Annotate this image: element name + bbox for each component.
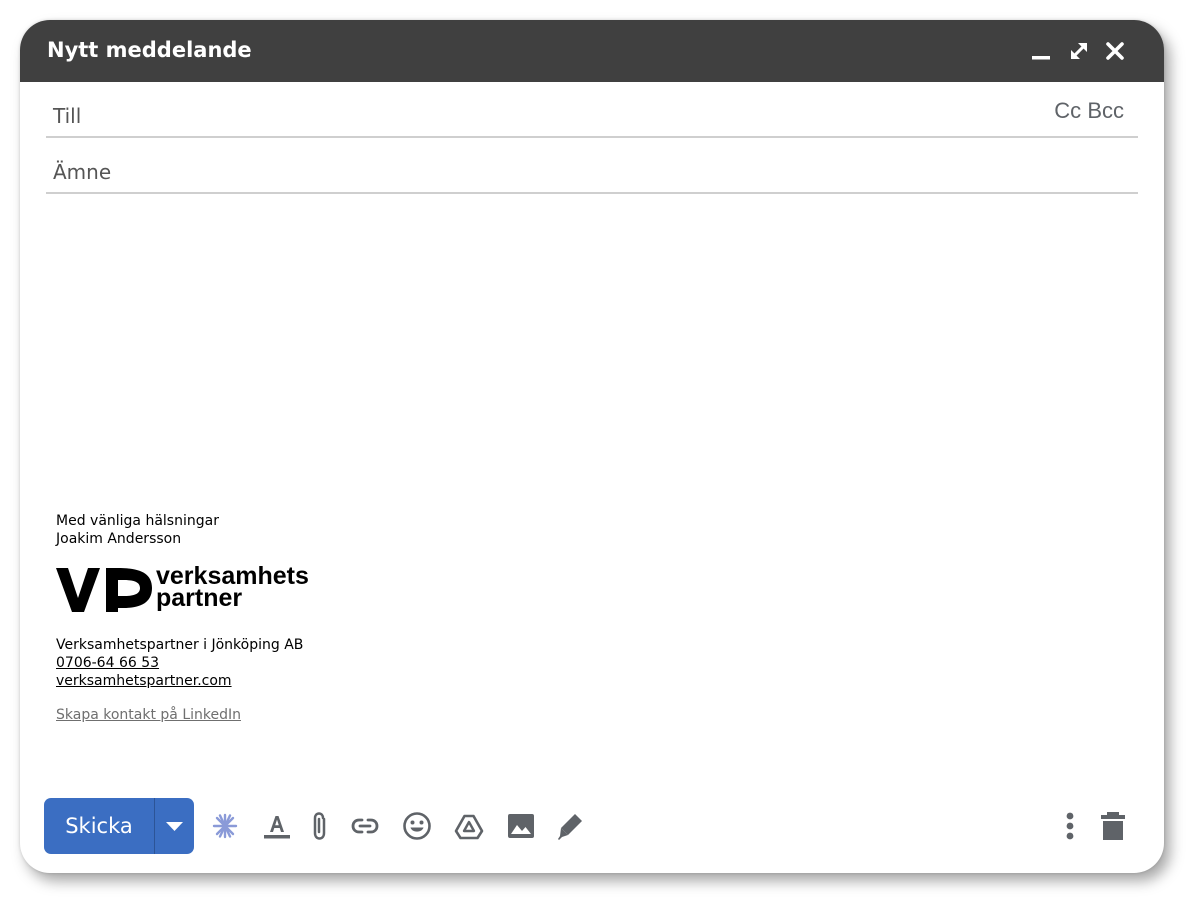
send-button-group: Skicka xyxy=(44,798,194,854)
bcc-link[interactable]: Bcc xyxy=(1087,98,1124,123)
send-options-icon xyxy=(166,822,183,831)
send-options-button[interactable] xyxy=(155,798,194,854)
cc-bcc-links: Cc Bcc xyxy=(1054,98,1124,124)
to-label: Till xyxy=(53,104,82,128)
link-icon[interactable] xyxy=(350,810,380,842)
more-options-icon[interactable] xyxy=(1055,810,1085,842)
minimize-icon[interactable] xyxy=(1028,38,1054,64)
email-signature: Med vänliga hälsningar Joakim Andersson … xyxy=(56,512,316,724)
logo-text-line2: partner xyxy=(156,584,243,612)
signature-phone-link[interactable]: 0706-64 66 53 xyxy=(56,655,159,671)
text-format-icon[interactable] xyxy=(262,810,292,842)
image-icon[interactable] xyxy=(506,810,536,842)
logo-wordmark: verksamhets partner xyxy=(156,564,309,612)
emoji-icon[interactable] xyxy=(402,810,432,842)
cc-link[interactable]: Cc xyxy=(1054,98,1081,123)
trash-icon[interactable] xyxy=(1098,810,1128,842)
signature-company: Verksamhetspartner i Jönköping AB xyxy=(56,637,304,653)
signature-website-link[interactable]: verksamhetspartner.com xyxy=(56,673,232,689)
attach-icon[interactable] xyxy=(306,810,336,842)
send-button[interactable]: Skicka xyxy=(44,798,154,854)
title-bar: Nytt meddelande xyxy=(20,20,1164,82)
company-logo: verksamhets partner xyxy=(56,562,316,618)
window-title: Nytt meddelande xyxy=(47,38,252,62)
signature-pen-icon[interactable] xyxy=(556,810,586,842)
drive-icon[interactable] xyxy=(454,810,484,842)
vp-logo-icon xyxy=(56,568,152,612)
linkedin-link[interactable]: Skapa kontakt på LinkedIn xyxy=(56,706,241,724)
signature-name: Joakim Andersson xyxy=(56,531,182,547)
sparkle-icon[interactable] xyxy=(210,810,240,842)
close-icon[interactable] xyxy=(1102,38,1128,64)
to-field[interactable]: Till Cc Bcc xyxy=(46,82,1138,138)
compose-window: Nytt meddelande Till Cc Bcc Ämne Med vän… xyxy=(20,20,1164,873)
expand-icon[interactable] xyxy=(1066,38,1092,64)
subject-field[interactable]: Ämne xyxy=(46,138,1138,194)
signature-greeting: Med vänliga hälsningar xyxy=(56,513,219,529)
subject-label: Ämne xyxy=(53,160,112,184)
